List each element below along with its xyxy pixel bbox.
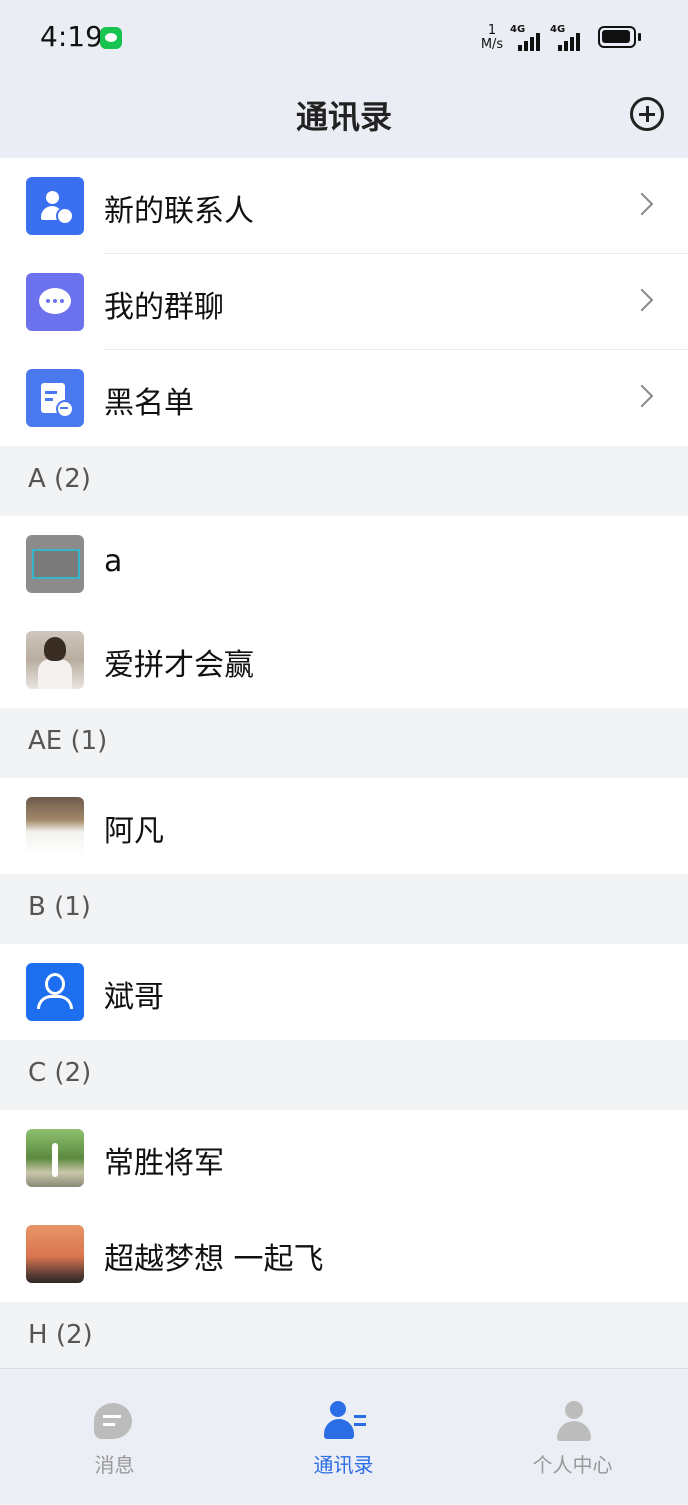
add-contact-icon — [26, 177, 84, 235]
contact-name: a — [104, 544, 123, 579]
tab-messages[interactable]: 消息 — [0, 1369, 229, 1505]
blacklist-item[interactable]: 黑名单 — [0, 350, 688, 446]
page-title: 通讯录 — [295, 98, 392, 136]
tab-profile[interactable]: 个人中心 — [458, 1369, 687, 1505]
section-header: H (2) — [0, 1302, 688, 1368]
contact-name: 阿凡 — [104, 814, 164, 849]
contact-row[interactable]: a — [0, 516, 688, 612]
contact-name: 常胜将军 — [104, 1146, 224, 1181]
battery-icon — [598, 26, 641, 48]
section-header: B (1) — [0, 874, 688, 944]
chevron-right-icon — [630, 192, 654, 216]
status-bar: 4:19 1 M/s 4G 4G — [0, 0, 688, 80]
avatar — [26, 631, 84, 689]
contact-row[interactable]: 超越梦想 一起飞 — [0, 1206, 688, 1302]
avatar — [26, 797, 84, 855]
new-contacts-item[interactable]: 新的联系人 — [0, 158, 688, 254]
contact-row[interactable]: 常胜将军 — [0, 1110, 688, 1206]
menu-label: 我的群聊 — [104, 290, 224, 325]
contact-row[interactable]: 爱拼才会赢 — [0, 612, 688, 708]
tab-contacts[interactable]: 通讯录 — [229, 1369, 458, 1505]
avatar — [26, 963, 84, 1021]
network-speed: 1 M/s — [480, 23, 504, 52]
avatar — [26, 535, 84, 593]
avatar — [26, 1225, 84, 1283]
section-header: A (2) — [0, 446, 688, 516]
profile-icon — [557, 1401, 591, 1441]
contact-name: 爱拼才会赢 — [104, 648, 254, 683]
contact-name: 斌哥 — [104, 980, 164, 1015]
contacts-list[interactable]: 新的联系人 我的群聊 黑名单 A (2) a 爱拼才会赢 AE (1) 阿凡 B… — [0, 158, 688, 1368]
contacts-icon — [324, 1401, 366, 1441]
message-icon — [94, 1403, 132, 1439]
chevron-right-icon — [630, 288, 654, 312]
menu-label: 黑名单 — [104, 386, 194, 421]
blacklist-icon — [26, 369, 84, 427]
section-header: C (2) — [0, 1040, 688, 1110]
section-header: AE (1) — [0, 708, 688, 778]
contact-row[interactable]: 斌哥 — [0, 944, 688, 1040]
tab-label: 消息 — [94, 1453, 135, 1477]
tab-label: 个人中心 — [532, 1453, 613, 1477]
contact-name: 超越梦想 一起飞 — [104, 1242, 324, 1277]
bottom-tab-bar: 消息 通讯录 个人中心 — [0, 1368, 688, 1504]
app-header: 通讯录 — [0, 80, 688, 158]
contact-row[interactable]: 阿凡 — [0, 778, 688, 874]
my-groups-item[interactable]: 我的群聊 — [0, 254, 688, 350]
status-time: 4:19 — [40, 20, 103, 53]
add-icon[interactable] — [630, 97, 664, 131]
group-chat-icon — [26, 273, 84, 331]
menu-label: 新的联系人 — [104, 194, 254, 229]
signal-icon: 4G — [510, 24, 544, 51]
avatar — [26, 1129, 84, 1187]
wechat-notification-icon — [100, 27, 122, 49]
chevron-right-icon — [630, 384, 654, 408]
tab-label: 通讯录 — [313, 1453, 374, 1477]
signal-icon: 4G — [550, 24, 584, 51]
